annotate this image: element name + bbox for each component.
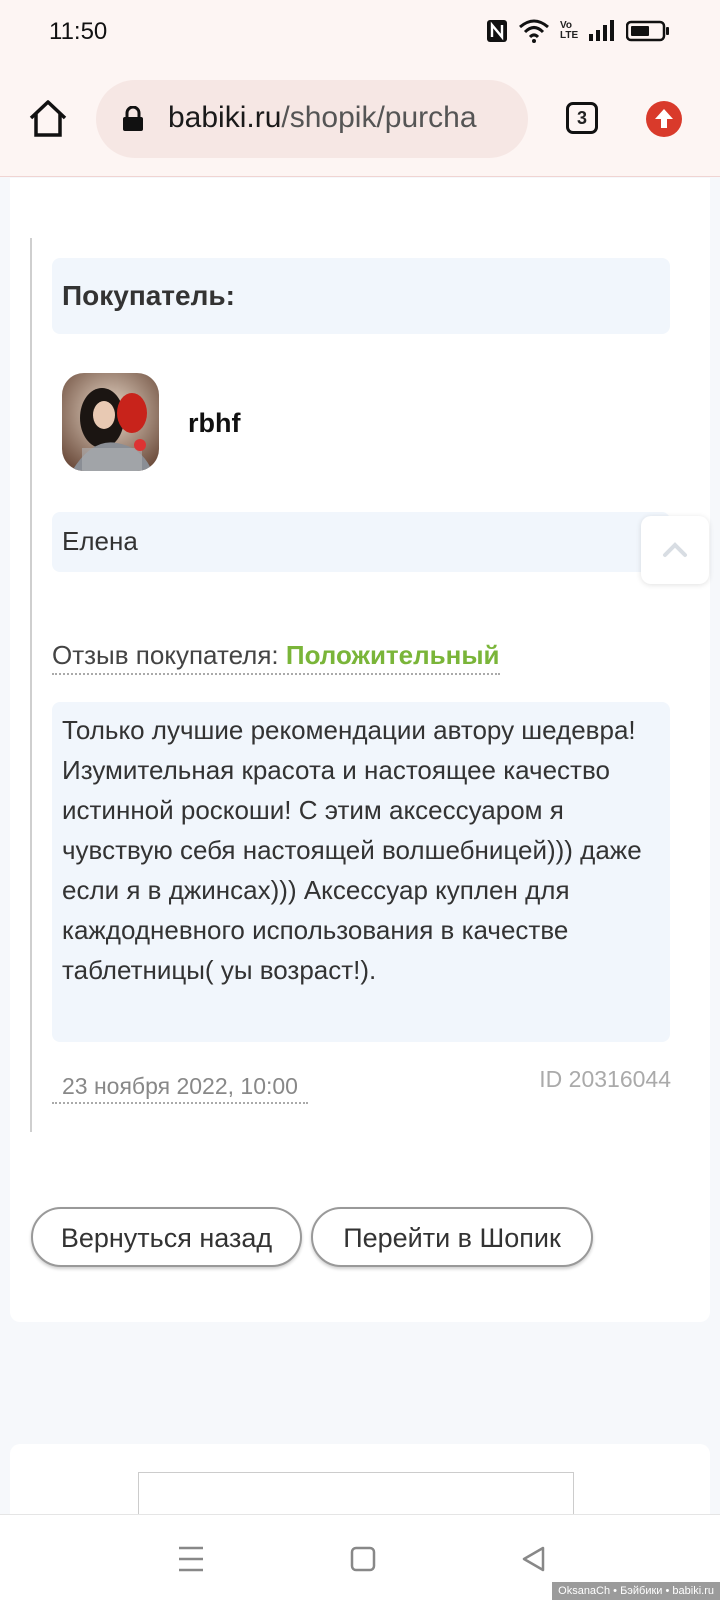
quote-border	[30, 238, 32, 1132]
browser-toolbar: babiki.ru/shopik/purcha 3	[0, 64, 720, 177]
nfc-icon	[486, 19, 508, 43]
back-button[interactable]: Вернуться назад	[31, 1207, 302, 1267]
home-icon	[29, 100, 67, 137]
review-text: Только лучшие рекомендации автору шедевр…	[62, 715, 642, 985]
review-id: ID 20316044	[539, 1066, 671, 1092]
menu-icon[interactable]	[176, 1545, 206, 1578]
url-host: babiki.ru	[168, 101, 282, 134]
review-rating: Положительный	[285, 640, 500, 670]
arrow-up-icon	[655, 109, 673, 128]
buyer-name: Елена	[62, 526, 138, 556]
status-bar: 11:50 Vo LTE	[0, 0, 720, 64]
buyer-name-box: Елена	[52, 512, 670, 572]
go-to-shop-button[interactable]: Перейти в Шопик	[311, 1207, 593, 1267]
volte-icon: Vo LTE	[560, 20, 579, 41]
next-card	[10, 1444, 710, 1533]
url-path: /shopik/purcha	[281, 101, 477, 134]
back-nav-icon[interactable]	[520, 1545, 548, 1578]
signal-icon	[588, 20, 616, 42]
review-text-box: Только лучшие рекомендации автору шедевр…	[52, 702, 670, 1042]
wifi-icon	[518, 19, 550, 43]
review-date[interactable]: 23 ноября 2022, 10:00	[52, 1073, 308, 1104]
avatar[interactable]	[62, 373, 159, 471]
review-rating-line: Отзыв покупателя: Положительный	[52, 640, 500, 675]
watermark: OksanaCh • Бэйбики • babiki.ru	[552, 1582, 720, 1600]
tabs-button[interactable]: 3	[566, 102, 598, 134]
browser-update-button[interactable]	[646, 101, 682, 137]
url-text: babiki.ru/shopik/purcha	[168, 101, 477, 135]
chevron-up-icon	[663, 542, 687, 557]
review-label: Отзыв покупателя:	[52, 640, 286, 670]
buyer-label: Покупатель:	[62, 280, 235, 311]
home-button[interactable]	[26, 97, 70, 141]
battery-icon	[626, 20, 670, 42]
lock-icon	[122, 105, 144, 137]
scroll-top-button[interactable]	[641, 516, 709, 584]
address-bar[interactable]: babiki.ru/shopik/purcha	[96, 80, 528, 158]
status-icons: Vo LTE	[486, 16, 670, 46]
buyer-header: Покупатель:	[52, 258, 670, 334]
status-time: 11:50	[49, 18, 108, 45]
home-nav-icon[interactable]	[349, 1545, 377, 1578]
buyer-username[interactable]: rbhf	[188, 408, 240, 439]
